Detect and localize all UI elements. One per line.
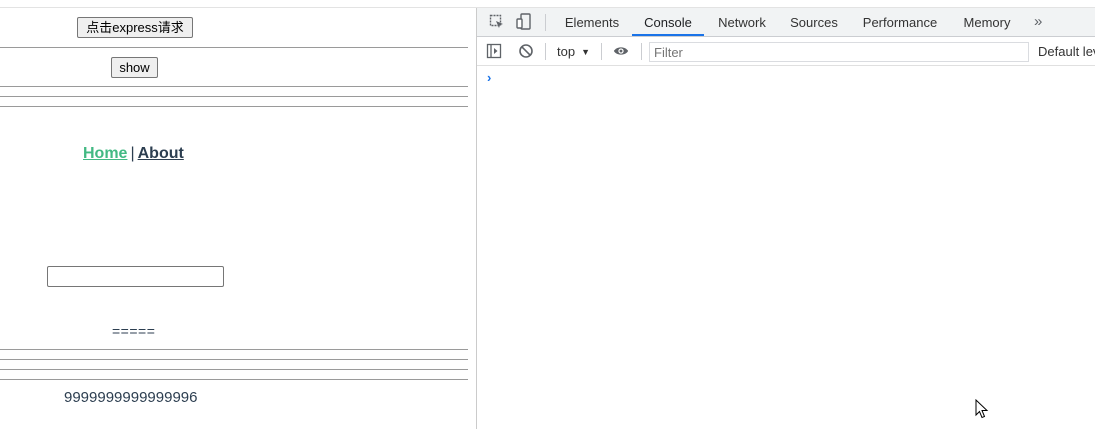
tab-sources[interactable]: Sources <box>784 8 844 36</box>
divider <box>0 379 468 380</box>
device-toolbar-icon[interactable] <box>515 13 533 31</box>
more-tabs-icon[interactable]: » <box>1034 8 1042 36</box>
divider <box>0 86 468 87</box>
web-page: 点击express请求 show Home | About ===== 999999… <box>0 8 476 429</box>
tab-network[interactable]: Network <box>710 8 774 36</box>
context-selector[interactable]: top ▼ <box>557 44 590 59</box>
nav-about-link[interactable]: About <box>138 145 184 162</box>
express-request-button[interactable]: 点击express请求 <box>77 17 193 38</box>
toolbar-separator <box>601 43 602 60</box>
live-expression-eye-icon[interactable] <box>613 43 629 59</box>
show-button[interactable]: show <box>111 57 158 78</box>
tab-performance[interactable]: Performance <box>856 8 944 36</box>
devtools-tabbar: Elements Console Network Sources Perform… <box>477 8 1095 37</box>
toolbar-separator <box>545 14 546 31</box>
router-nav: Home | About <box>83 145 184 163</box>
divider <box>0 106 468 107</box>
context-label: top <box>557 44 576 59</box>
toolbar-separator <box>545 43 546 60</box>
text-input[interactable] <box>47 266 224 287</box>
tab-elements[interactable]: Elements <box>558 8 626 36</box>
divider <box>0 349 468 350</box>
show-sidebar-icon[interactable] <box>486 43 502 59</box>
console-filter-input[interactable] <box>649 42 1029 62</box>
clear-console-icon[interactable] <box>518 43 534 59</box>
console-toolbar: top ▼ Default lev <box>477 37 1095 66</box>
caret-down-icon: ▼ <box>581 47 590 57</box>
toolbar-separator <box>641 43 642 60</box>
divider <box>0 369 468 370</box>
divider <box>0 47 468 48</box>
divider <box>0 359 468 360</box>
tab-console[interactable]: Console <box>632 8 704 36</box>
nav-separator: | <box>130 145 135 162</box>
tab-memory[interactable]: Memory <box>955 8 1019 36</box>
console-prompt[interactable]: › <box>487 70 491 85</box>
nav-home-link[interactable]: Home <box>83 145 127 162</box>
equals-text: ===== <box>112 323 156 339</box>
log-levels-dropdown[interactable]: Default lev <box>1038 44 1095 59</box>
devtools-panel: Elements Console Network Sources Perform… <box>476 8 1095 429</box>
inspect-element-icon[interactable] <box>488 13 506 31</box>
number-output: 9999999999999996 <box>64 389 198 406</box>
mouse-cursor-icon <box>975 399 989 419</box>
divider <box>0 96 468 97</box>
